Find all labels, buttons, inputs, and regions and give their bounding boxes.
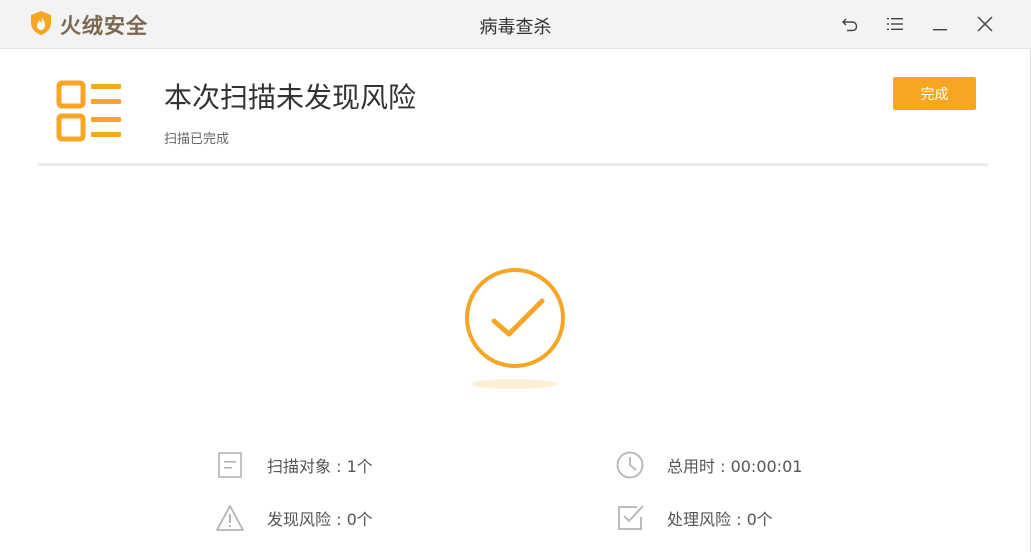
risks-handled-text: 处理风险 : 0个 <box>667 510 773 529</box>
stat-total-time: 总用时 : 00:00:01 <box>615 450 802 480</box>
stat-risks-handled: 处理风险 : 0个 <box>615 503 773 533</box>
clock-icon <box>615 450 645 480</box>
success-check-icon <box>462 265 568 375</box>
window-controls <box>827 12 1007 36</box>
result-headline: 本次扫描未发现风险 <box>164 81 417 114</box>
stat-risks-found: 发现风险 : 0个 <box>215 503 373 533</box>
title-bar: 火绒安全 病毒查杀 <box>0 0 1031 49</box>
divider <box>38 163 988 166</box>
check-shadow <box>471 379 557 389</box>
close-icon[interactable] <box>962 12 1007 36</box>
stat-scanned-objects: 扫描对象 : 1个 <box>215 450 373 480</box>
checkbox-icon <box>615 503 645 533</box>
back-icon[interactable] <box>827 12 872 36</box>
scan-status: 扫描已完成 <box>164 132 230 147</box>
scanned-objects-text: 扫描对象 : 1个 <box>267 457 373 476</box>
warning-icon <box>215 503 245 533</box>
done-button[interactable]: 完成 <box>893 77 976 110</box>
menu-icon[interactable] <box>872 12 917 36</box>
scan-report-icon <box>56 78 124 150</box>
minimize-icon[interactable] <box>917 12 962 36</box>
risks-found-text: 发现风险 : 0个 <box>267 510 373 529</box>
document-icon <box>215 450 245 480</box>
total-time-text: 总用时 : 00:00:01 <box>667 457 803 476</box>
